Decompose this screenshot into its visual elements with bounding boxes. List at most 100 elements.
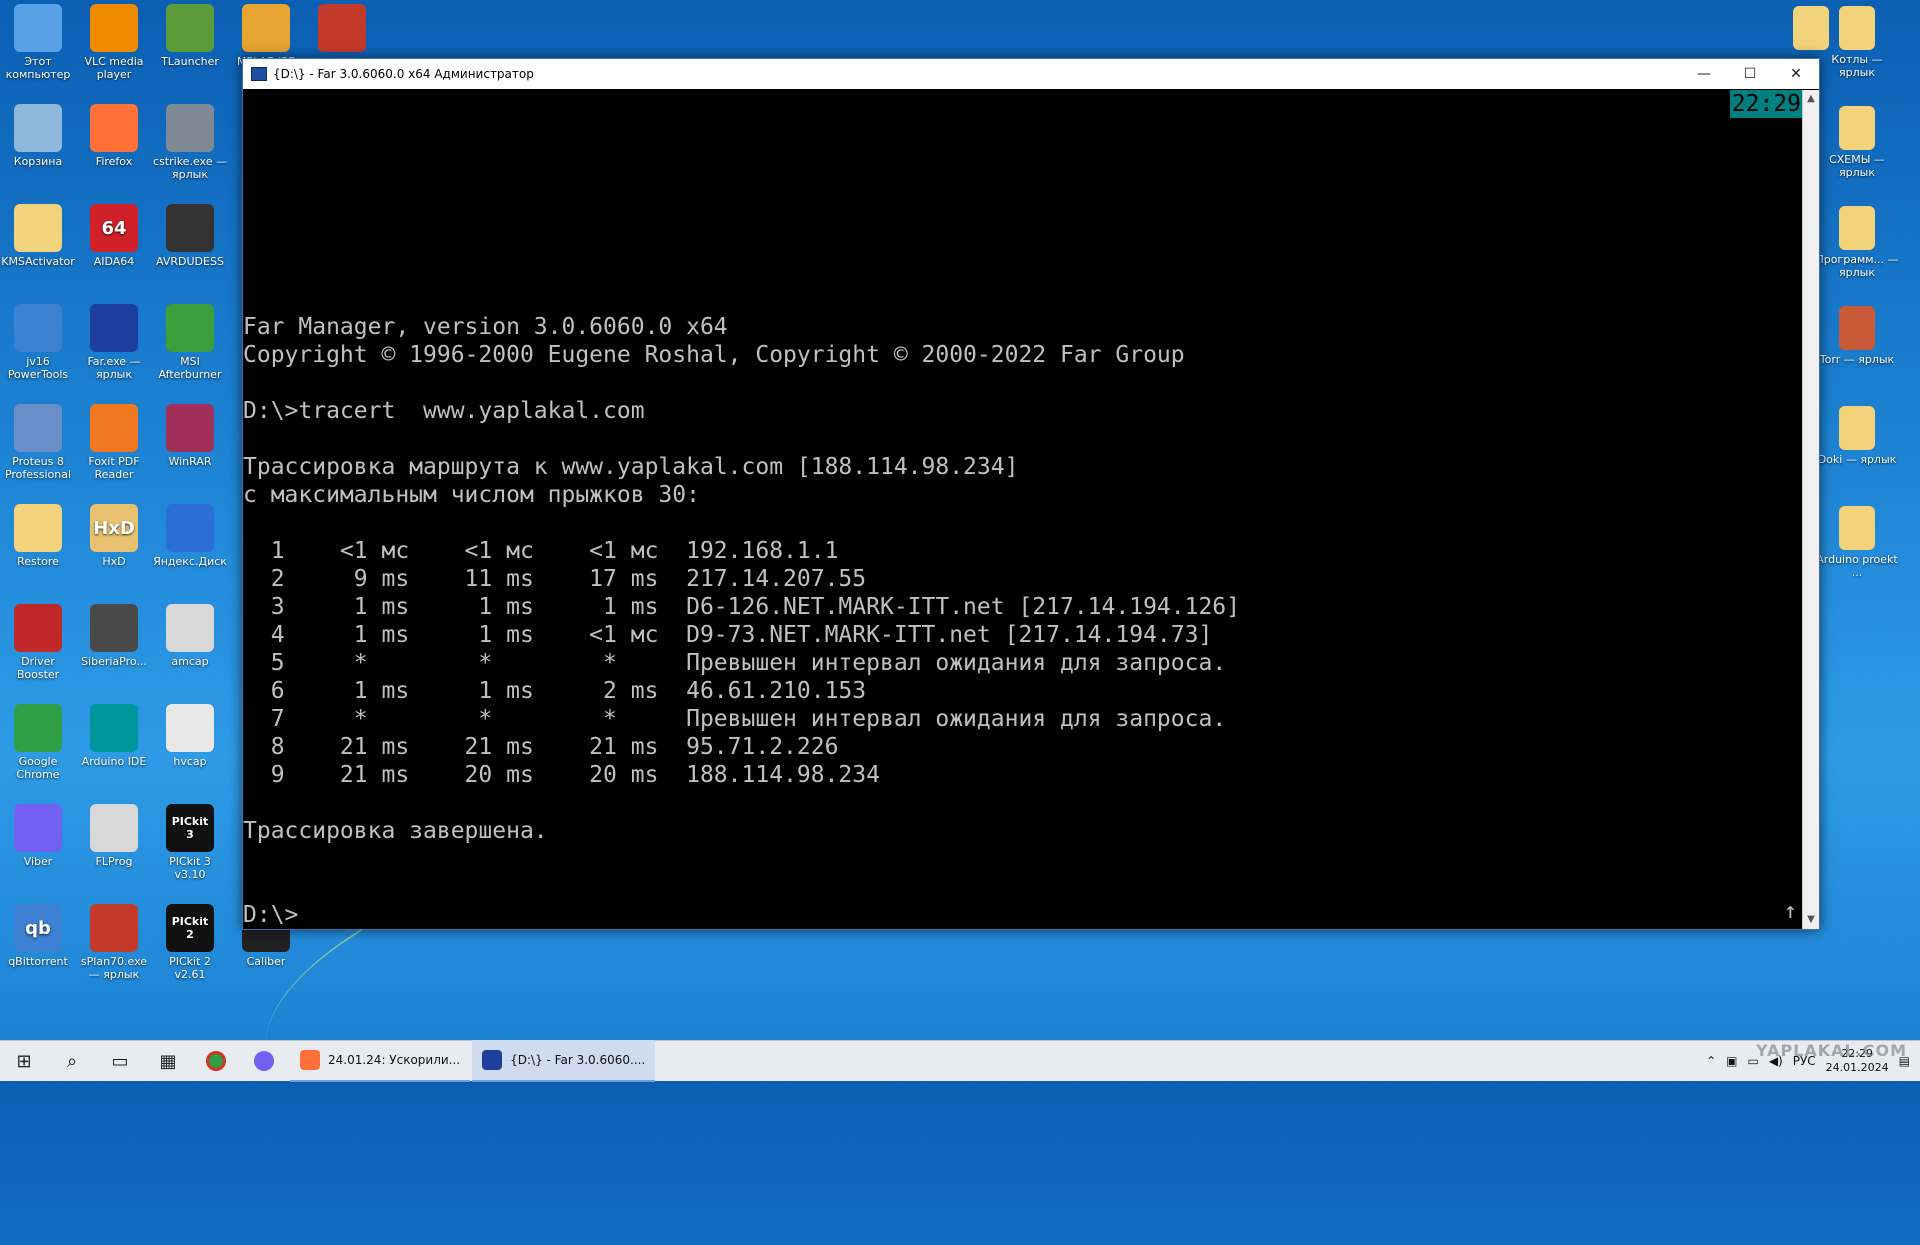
console-output: Far Manager, version 3.0.6060.0 x64 Copyr… bbox=[243, 313, 1240, 845]
task-view-icon[interactable]: ▭ bbox=[96, 1041, 144, 1081]
desktop-icon[interactable]: Proteus 8 Professional bbox=[0, 404, 76, 481]
mplab-ipe-icon bbox=[242, 4, 290, 52]
taskbar-task-label: 24.01.24: Ускорили... bbox=[328, 1053, 461, 1067]
desktop-icon-label: Программ... — ярлык bbox=[1815, 253, 1899, 279]
taskbar-tasks: 24.01.24: Ускорили... {D:\} - Far 3.0.606… bbox=[288, 1040, 656, 1082]
desktop-icon[interactable]: Яндекс.Диск bbox=[152, 504, 228, 568]
driver-booster-icon bbox=[14, 604, 62, 652]
close-button[interactable]: ✕ bbox=[1773, 59, 1819, 89]
desktop-icon[interactable]: HxD HxD bbox=[76, 504, 152, 568]
far-clock: 22:29 bbox=[1729, 90, 1803, 118]
desktop-icon[interactable]: Arduino proekt ... bbox=[1814, 506, 1900, 579]
desktop-icon[interactable]: Программ... — ярлык bbox=[1814, 206, 1900, 279]
pickit3-icon: PICkit 3 bbox=[166, 804, 214, 852]
desktop-icon[interactable]: Firefox bbox=[76, 104, 152, 168]
desktop-icon-label: FLProg bbox=[95, 855, 133, 868]
far-manager-window[interactable]: {D:\} - Far 3.0.6060.0 x64 Администратор… bbox=[242, 58, 1820, 930]
desktop-icon[interactable]: sPlan70.exe — ярлык bbox=[76, 904, 152, 981]
folder-shortcut-icon bbox=[1839, 306, 1875, 350]
desktop-icon[interactable]: Far.exe — ярлык bbox=[76, 304, 152, 381]
desktop-icon-label: Doki — ярлык bbox=[1817, 453, 1897, 466]
desktop-icon[interactable]: AVRDUDESS bbox=[152, 204, 228, 268]
desktop-icon[interactable]: Arduino IDE bbox=[76, 704, 152, 768]
console-area[interactable]: 22:29 Far Manager, version 3.0.6060.0 x6… bbox=[243, 90, 1803, 929]
desktop-icon[interactable]: Doki — ярлык bbox=[1814, 406, 1900, 466]
desktop-icon-label: Proteus 8 Professional bbox=[4, 455, 72, 481]
folder-shortcut-icon bbox=[1839, 6, 1875, 50]
desktop-icon[interactable]: Google Chrome bbox=[0, 704, 76, 781]
desktop-icon-label: Driver Booster bbox=[16, 655, 60, 681]
desktop-icon[interactable]: MSI Afterburner bbox=[152, 304, 228, 381]
console-line: 3 1 ms 1 ms 1 ms D6-126.NET.MARK-ITT.net… bbox=[243, 594, 1240, 620]
far-manager-icon bbox=[482, 1050, 503, 1070]
chrome-taskbar-icon[interactable] bbox=[192, 1041, 240, 1081]
calculator-icon[interactable]: ▦ bbox=[144, 1041, 192, 1081]
desktop-icon[interactable]: FLProg bbox=[76, 804, 152, 868]
desktop-icon[interactable]: SiberiaPro... bbox=[76, 604, 152, 668]
desktop-icon[interactable]: Этот компьютер bbox=[0, 4, 76, 81]
desktop-icon[interactable]: Корзина bbox=[0, 104, 76, 168]
desktop-icon-label: amcap bbox=[171, 655, 209, 668]
desktop-icon[interactable]: PICkit 2 PICkit 2 v2.61 bbox=[152, 904, 228, 981]
taskbar-task[interactable]: {D:\} - Far 3.0.6060.... bbox=[472, 1040, 656, 1082]
maximize-button[interactable]: ☐ bbox=[1727, 59, 1773, 89]
desktop-icon[interactable]: Driver Booster bbox=[0, 604, 76, 681]
viber-taskbar-icon[interactable] bbox=[240, 1041, 288, 1081]
desktop-icon[interactable]: TLauncher bbox=[152, 4, 228, 68]
command-prompt[interactable]: D:\> bbox=[243, 901, 298, 929]
taskbar-task[interactable]: 24.01.24: Ускорили... bbox=[290, 1040, 471, 1082]
desktop-icon[interactable]: jv16 PowerTools bbox=[0, 304, 76, 381]
minecraft-block-icon bbox=[166, 4, 214, 52]
desktop-icon[interactable]: СХЕМЫ — ярлык bbox=[1814, 106, 1900, 179]
network-icon[interactable]: ▣ bbox=[1726, 1054, 1737, 1068]
winrar-icon bbox=[166, 404, 214, 452]
window-titlebar[interactable]: {D:\} - Far 3.0.6060.0 x64 Администратор… bbox=[243, 59, 1819, 89]
desktop-icon-label: SiberiaPro... bbox=[81, 655, 147, 668]
far-manager-icon bbox=[251, 67, 267, 81]
desktop-icon[interactable]: PICkit 3 PICkit 3 v3.10 bbox=[152, 804, 228, 881]
flprog-icon bbox=[90, 804, 138, 852]
console-line: 4 1 ms 1 ms <1 мс D9-73.NET.MARK-ITT.net… bbox=[243, 622, 1213, 648]
foxit-icon bbox=[90, 404, 138, 452]
desktop-icon[interactable]: VLC media player bbox=[76, 4, 152, 81]
minimize-button[interactable]: — bbox=[1681, 59, 1727, 89]
chrome-icon bbox=[14, 704, 62, 752]
desktop-icon-label: AIDA64 bbox=[93, 255, 135, 268]
desktop-icon[interactable]: qb qBittorrent bbox=[0, 904, 76, 968]
desktop-icon[interactable]: KMSActivator bbox=[0, 204, 76, 268]
console-line: 1 <1 мс <1 мс <1 мс 192.168.1.1 bbox=[243, 538, 839, 564]
chevron-up-icon[interactable]: ⌃ bbox=[1706, 1054, 1716, 1068]
search-icon[interactable]: ⌕ bbox=[48, 1041, 96, 1081]
desktop-icon[interactable]: hvcap bbox=[152, 704, 228, 768]
start-button[interactable]: ⊞ bbox=[0, 1041, 48, 1081]
desktop-icon[interactable]: Torr — ярлык bbox=[1814, 306, 1900, 366]
desktop-icon[interactable]: Viber bbox=[0, 804, 76, 868]
console-line: Far Manager, version 3.0.6060.0 x64 bbox=[243, 314, 728, 340]
desktop-icon[interactable]: WinRAR bbox=[152, 404, 228, 468]
up-arrow-icon: ↑ bbox=[1783, 899, 1797, 924]
desktop-icon-label: Torr — ярлык bbox=[1819, 353, 1895, 366]
desktop-icon[interactable] bbox=[304, 4, 380, 55]
scroll-down-icon[interactable]: ▼ bbox=[1803, 911, 1819, 929]
desktop-icon[interactable]: amcap bbox=[152, 604, 228, 668]
hxd-icon: HxD bbox=[90, 504, 138, 552]
qbittorrent-icon: qb bbox=[14, 904, 62, 952]
scroll-up-icon[interactable]: ▲ bbox=[1803, 90, 1819, 108]
desktop-icon[interactable]: cstrike.exe — ярлык bbox=[152, 104, 228, 181]
desktop-icon[interactable]: Restore bbox=[0, 504, 76, 568]
desktop-icon[interactable]: Котлы — ярлык bbox=[1814, 6, 1900, 79]
amcap-icon bbox=[166, 604, 214, 652]
desktop-icon[interactable]: 64 AIDA64 bbox=[76, 204, 152, 268]
folder-shortcut-icon bbox=[1839, 506, 1875, 550]
arduino-icon bbox=[90, 704, 138, 752]
desktop-icon-label: Этот компьютер bbox=[5, 55, 71, 81]
firefox-icon bbox=[300, 1050, 320, 1070]
folder-icon bbox=[14, 204, 62, 252]
lightning-icon bbox=[14, 304, 62, 352]
console-line: Трассировка завершена. bbox=[243, 818, 548, 844]
desktop-icon-label: Firefox bbox=[95, 155, 133, 168]
vertical-scrollbar[interactable]: ▲ ▼ bbox=[1802, 90, 1819, 929]
desktop-icon[interactable]: Foxit PDF Reader bbox=[76, 404, 152, 481]
